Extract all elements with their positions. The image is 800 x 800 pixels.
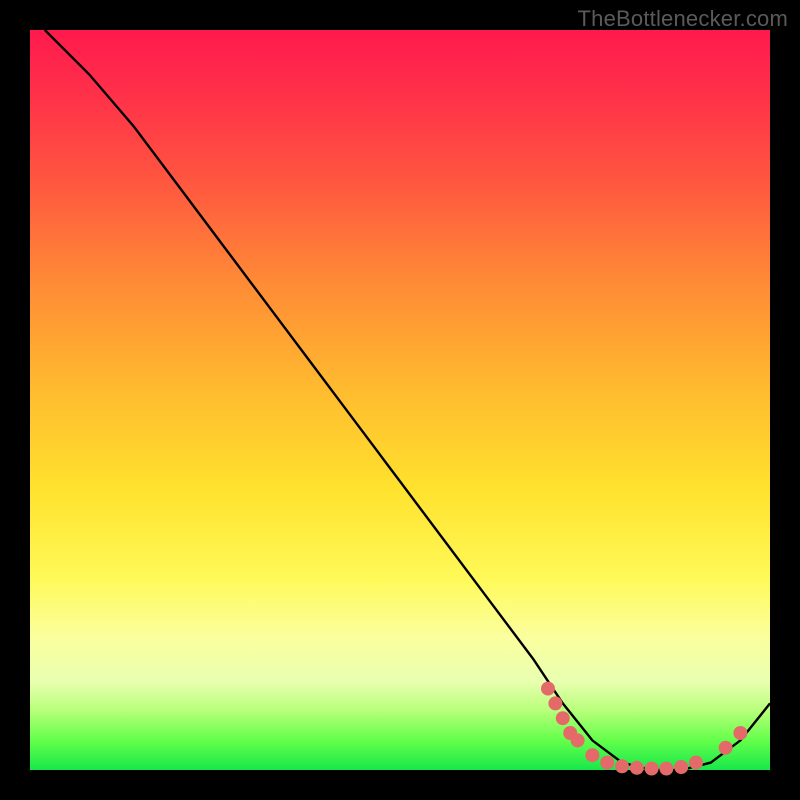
highlight-dot (615, 759, 629, 773)
chart-frame: TheBottlenecker.com (0, 0, 800, 800)
highlight-dot (600, 756, 614, 770)
bottleneck-curve-line (45, 30, 770, 770)
highlight-dot (630, 761, 644, 775)
chart-svg (30, 30, 770, 770)
highlight-dot (645, 762, 659, 776)
highlight-dot (541, 682, 555, 696)
highlight-dot (659, 762, 673, 776)
plot-area (30, 30, 770, 770)
highlight-dot (571, 733, 585, 747)
highlight-dot (548, 696, 562, 710)
highlight-dot (585, 748, 599, 762)
highlight-dot (733, 726, 747, 740)
highlight-dots-group (541, 682, 747, 776)
highlight-dot (674, 760, 688, 774)
highlight-dot (719, 741, 733, 755)
highlight-dot (689, 756, 703, 770)
attribution-text: TheBottlenecker.com (578, 6, 788, 32)
highlight-dot (556, 711, 570, 725)
